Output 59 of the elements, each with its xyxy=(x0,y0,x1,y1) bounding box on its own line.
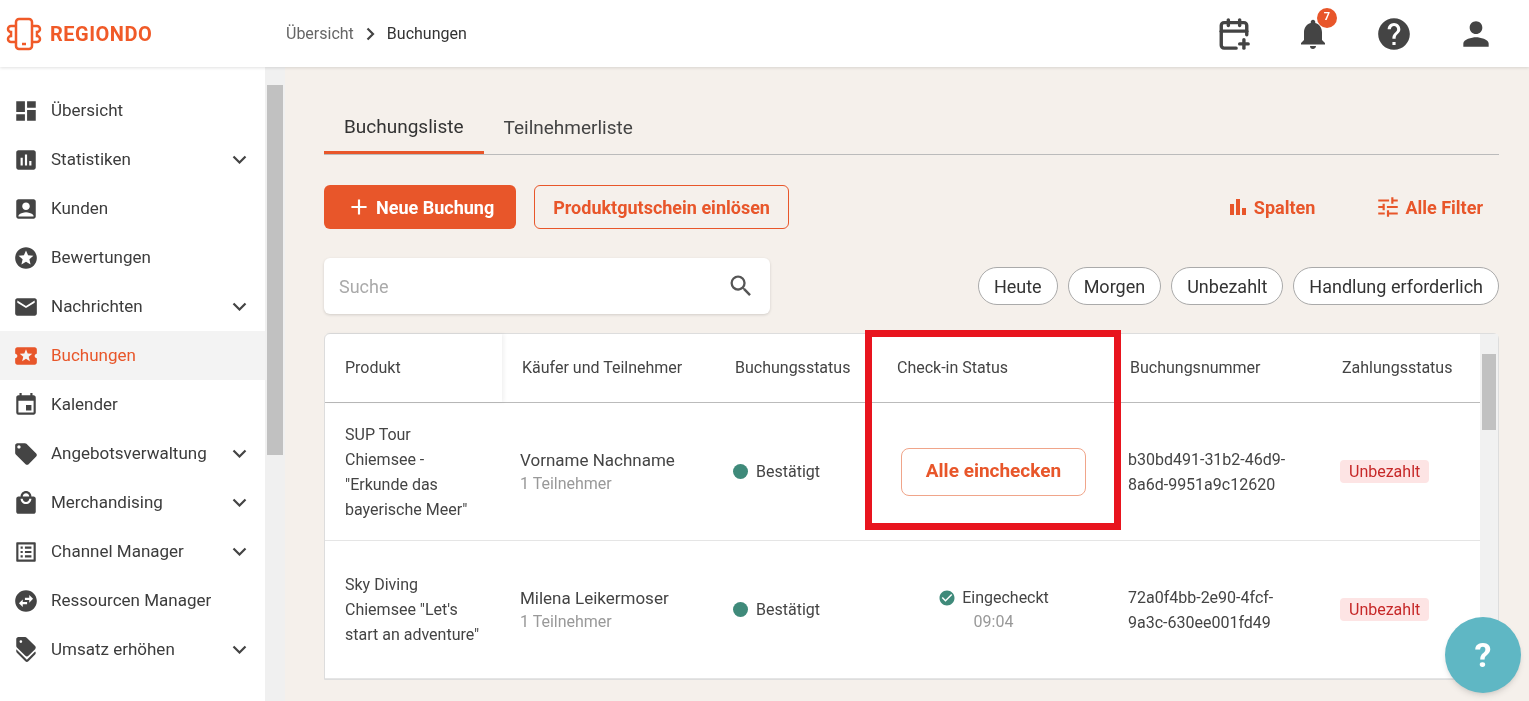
expand-icon xyxy=(232,547,248,556)
column-header: Produkt xyxy=(344,357,401,379)
table-cell-text: 72a0f4bb-2e90-4fcf-9a3c-630ee001fd49 xyxy=(1127,586,1275,634)
filter-chip[interactable]: Heute xyxy=(977,267,1058,305)
notification-count: 7 xyxy=(1317,7,1337,28)
check-in-time: 09:04 xyxy=(973,610,1014,633)
chevron-right-icon xyxy=(365,26,375,41)
search-field[interactable]: Suche xyxy=(324,258,770,314)
expand-icon xyxy=(232,449,248,458)
sidebar-item[interactable]: Nachrichten xyxy=(0,282,266,331)
scrollbar-thumb[interactable] xyxy=(1482,354,1496,430)
filter-chip[interactable]: Handlung erforderlich xyxy=(1293,267,1499,305)
participant-count: 1 Teilnehmer xyxy=(520,472,613,495)
sidebar-item[interactable]: Statistiken xyxy=(0,135,266,184)
sidebar-item[interactable]: Channel Manager xyxy=(0,527,266,576)
column-header: Check-in Status xyxy=(896,357,1009,379)
expand-icon xyxy=(232,645,248,654)
tab[interactable]: Teilnehmerliste xyxy=(483,103,653,154)
column-header: Buchungsnummer xyxy=(1129,357,1261,379)
breadcrumb-item[interactable]: Übersicht xyxy=(286,21,354,46)
tab[interactable]: Buchungsliste xyxy=(324,103,484,154)
new-booking-button[interactable]: Neue Buchung xyxy=(324,185,517,229)
table-cell-text: SUP Tour Chiemsee - "Erkunde das bayerische Meer" xyxy=(344,423,469,521)
tag-icon xyxy=(13,440,39,467)
expand-icon xyxy=(232,498,248,507)
column-header: Buchungsstatus xyxy=(734,357,851,379)
calendar-icon xyxy=(13,391,39,418)
filter-chip[interactable]: Unbezahlt xyxy=(1171,267,1284,305)
star-icon xyxy=(13,244,39,271)
logo-icon xyxy=(6,15,42,52)
checked-in-label: Eingecheckt xyxy=(962,586,1049,609)
sidebar-item[interactable]: Kunden xyxy=(0,184,266,233)
table-cell-text: b30bd491-31b2-46d9-8a6d-9951a9c12620 xyxy=(1127,448,1287,496)
logo-text: REGIONDO xyxy=(50,20,153,48)
participant-count: 1 Teilnehmer xyxy=(520,610,613,633)
expand-icon xyxy=(232,155,248,164)
buyer-name: Milena Leikermoser xyxy=(520,586,670,610)
calendar-plus-icon[interactable] xyxy=(1217,16,1251,51)
swap-arrows-icon xyxy=(13,587,39,614)
breadcrumb-item: Buchungen xyxy=(386,22,467,45)
sidebar-item[interactable]: Ressourcen Manager xyxy=(0,576,266,625)
column-header: Käufer und Teilnehmer xyxy=(521,357,683,379)
sidebar-item[interactable]: Übersicht xyxy=(0,86,266,135)
sidebar-item[interactable]: Umsatz erhöhen xyxy=(0,625,266,674)
sidebar-item[interactable]: Merchandising xyxy=(0,478,266,527)
expand-icon xyxy=(232,302,248,311)
sidebar-item[interactable]: Angebotsverwaltung xyxy=(0,429,266,478)
sidebar-item[interactable]: Bewertungen xyxy=(0,233,266,282)
table-cell-text: Sky Diving Chiemsee "Let's start an adventure" xyxy=(344,574,481,646)
payment-status-badge: Unbezahlt xyxy=(1340,459,1430,483)
sidebar-item[interactable]: Kalender xyxy=(0,380,266,429)
payment-status-badge: Unbezahlt xyxy=(1340,597,1430,621)
check-in-all-button[interactable]: Alle einchecken xyxy=(900,447,1087,496)
booking-status: Bestätigt xyxy=(756,598,820,621)
filter-chip[interactable]: Morgen xyxy=(1067,267,1162,305)
booking-status: Bestätigt xyxy=(756,460,820,483)
shopping-bag-icon xyxy=(13,489,39,516)
column-header: Zahlungsstatus xyxy=(1341,357,1453,379)
buyer-name: Vorname Nachname xyxy=(520,448,676,472)
